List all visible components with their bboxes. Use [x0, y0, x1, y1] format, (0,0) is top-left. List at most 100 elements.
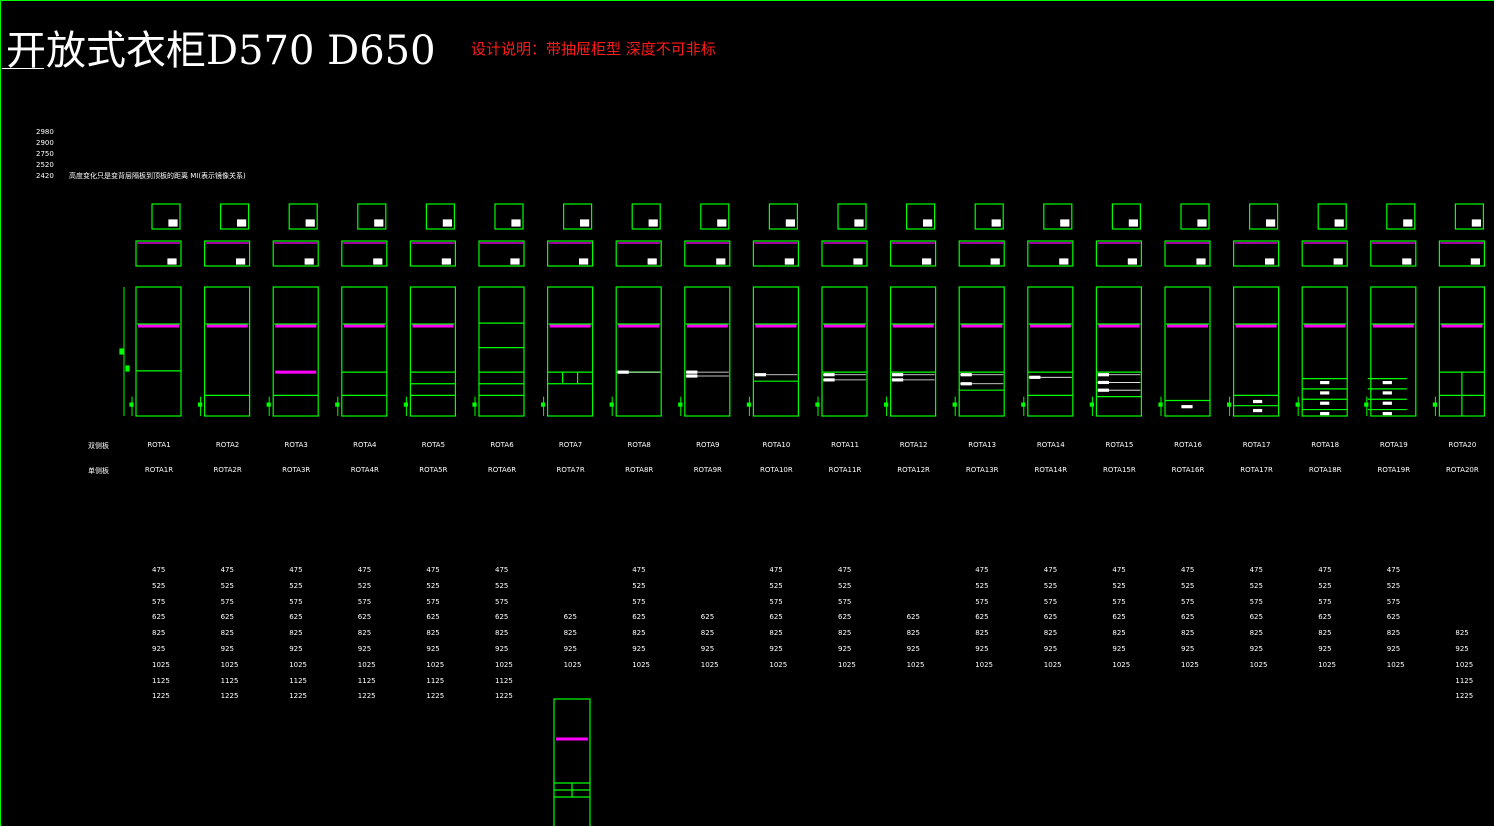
middle-cabinet-handle — [304, 258, 314, 265]
dimension-tick — [678, 402, 683, 407]
top-cabinet-handle — [168, 219, 178, 227]
drawer-handle — [1382, 391, 1392, 395]
shelf-marker — [1097, 380, 1110, 385]
wardrobe-3 — [266, 203, 319, 417]
middle-cabinet-handle — [853, 258, 863, 265]
shelf-marker — [891, 378, 904, 382]
wardrobe-body — [958, 286, 1005, 417]
wardrobe-13 — [952, 203, 1005, 417]
middle-cabinet-handle — [236, 258, 246, 265]
wardrobe-10 — [746, 203, 800, 417]
dimension-tick — [1226, 402, 1232, 407]
shelf-marker — [754, 373, 767, 377]
top-cabinet-handle — [1265, 219, 1276, 227]
wardrobe-20 — [1432, 203, 1486, 417]
middle-cabinet-handle — [167, 258, 177, 265]
top-cabinet-handle — [579, 219, 590, 227]
top-cabinet-handle — [374, 219, 384, 227]
dimension-tick — [1432, 402, 1438, 407]
dimension-tick — [1021, 402, 1026, 407]
dimension-tick — [815, 402, 820, 407]
middle-cabinet-handle — [784, 258, 795, 265]
wardrobe-body — [821, 286, 868, 417]
wardrobe-1 — [129, 203, 182, 417]
middle-cabinet-handle — [990, 258, 1000, 265]
dimension-tick — [1158, 402, 1163, 407]
drawer-handle — [1320, 391, 1330, 395]
dimension-tick — [119, 348, 124, 355]
middle-cabinet-handle — [441, 258, 451, 265]
dimension-tick — [129, 402, 134, 407]
wardrobe-18 — [1295, 203, 1348, 417]
wardrobe-19 — [1364, 203, 1417, 417]
dimension-tick — [609, 402, 614, 407]
drawer-handle — [1320, 411, 1330, 416]
drawer-handle — [1320, 380, 1330, 385]
middle-cabinet-handle — [373, 258, 383, 265]
top-cabinet-handle — [854, 219, 864, 227]
top-cabinet-handle — [1197, 219, 1207, 227]
top-cabinet-handle — [237, 219, 247, 227]
middle-cabinet-handle — [1196, 258, 1206, 265]
wardrobe-body — [1164, 286, 1211, 417]
middle-cabinet-handle — [510, 258, 520, 265]
drawer-handle — [1252, 399, 1263, 404]
wardrobe-12 — [883, 203, 937, 417]
dimension-tick — [403, 402, 408, 407]
wardrobe-body — [135, 286, 182, 417]
shelf-marker — [960, 373, 972, 377]
shelf-marker — [1097, 373, 1110, 377]
top-cabinet-handle — [511, 219, 521, 227]
shelf-marker — [891, 373, 904, 377]
dimension-tick — [540, 402, 546, 407]
top-cabinet-handle — [1128, 219, 1139, 227]
dimension-tick — [746, 402, 752, 407]
middle-cabinet-handle — [647, 258, 657, 265]
drawer-handle — [1382, 380, 1392, 385]
middle-cabinet-handle — [716, 258, 726, 265]
wardrobe-body — [1027, 286, 1074, 417]
wardrobe-body — [684, 286, 731, 417]
wardrobe-16 — [1158, 203, 1211, 417]
wardrobe-17 — [1226, 203, 1280, 417]
middle-cabinet-handle — [921, 258, 932, 265]
drawer-handle — [1382, 401, 1392, 405]
dimension-tick — [952, 402, 957, 407]
drawer-handle — [1382, 411, 1392, 416]
wardrobe-body — [889, 286, 937, 417]
top-cabinet-handle — [1471, 219, 1482, 227]
shelf-marker — [1097, 388, 1110, 392]
top-cabinet-handle — [1334, 219, 1344, 227]
dimension-tick — [883, 402, 889, 407]
dimension-tick — [335, 402, 340, 407]
wardrobe-11 — [815, 203, 868, 417]
wardrobe-6 — [472, 203, 525, 417]
top-cabinet-handle — [717, 219, 727, 227]
middle-cabinet-handle — [1333, 258, 1343, 265]
top-cabinet-handle — [991, 219, 1001, 227]
wardrobe-14 — [1021, 203, 1074, 417]
wardrobe-8 — [609, 203, 662, 417]
wardrobe-body — [204, 286, 251, 417]
middle-cabinet-handle — [1127, 258, 1138, 265]
middle-cabinet-handle — [1402, 258, 1412, 265]
wardrobe-body — [1232, 286, 1280, 417]
shelf-marker — [686, 374, 698, 378]
detail-elevation — [553, 698, 591, 826]
drawer-handle — [1181, 405, 1193, 409]
shelf-marker — [823, 373, 835, 377]
dimension-tick — [1295, 402, 1300, 407]
shelf-marker — [823, 378, 835, 382]
top-cabinet-handle — [648, 219, 658, 227]
wardrobe-body — [1370, 286, 1417, 417]
top-cabinet-handle — [1403, 219, 1413, 227]
middle-cabinet-handle — [578, 258, 589, 265]
dimension-tick — [266, 402, 271, 407]
wardrobe-2 — [198, 203, 251, 417]
wardrobe-5 — [403, 203, 456, 417]
middle-cabinet-handle — [1470, 258, 1481, 265]
wardrobe-body — [546, 286, 594, 417]
drawer-handle — [1320, 401, 1330, 405]
shelf-marker — [617, 370, 629, 374]
dimension-tick — [472, 402, 477, 407]
